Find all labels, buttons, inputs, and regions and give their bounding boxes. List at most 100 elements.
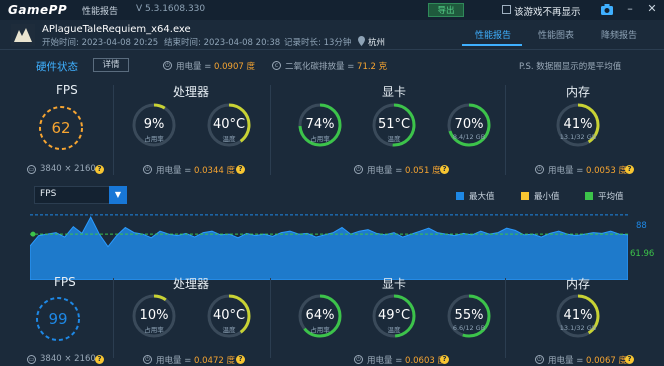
gpu-vram-value-2: 55% <box>454 308 484 323</box>
window-title: 性能报告 <box>82 7 119 17</box>
game-icon <box>11 24 35 46</box>
data-note: P.S. 数据圈显示的是平均值 <box>519 62 622 72</box>
mem-usage-value: 41% <box>563 117 593 132</box>
gpu-temp-label-2: 温度 <box>387 326 401 334</box>
gpu-vram-value: 70% <box>454 117 484 132</box>
resolution-icon: ▭ <box>27 165 36 174</box>
chart-avg-label: 61.96 <box>630 249 655 259</box>
fps-resolution-2: 3840 × 2160 <box>40 354 96 364</box>
hide-game-checkbox-label: 该游戏不再显示 <box>514 7 581 18</box>
mem-usage-label: 13.1/32 GB <box>559 133 597 141</box>
help-icon[interactable]: ? <box>95 165 104 174</box>
gpu-vram-label-2: 6.6/12 GB <box>452 324 486 332</box>
avg-marker <box>30 231 36 237</box>
separator <box>270 85 271 175</box>
gpu-power: 用电量 = 0.051 度 <box>367 166 441 176</box>
details-button[interactable]: 详情 <box>93 58 129 72</box>
chevron-down-icon[interactable]: ▼ <box>109 186 127 204</box>
cpu-usage-value: 9% <box>143 117 165 132</box>
total-power: 用电量 = 0.0907 度 <box>176 62 255 72</box>
legend-min-label: 最小值 <box>534 192 560 202</box>
gpu-temp-label: 温度 <box>387 135 401 143</box>
end-time: 结束时间: 2023-04-08 20:38 <box>164 38 281 48</box>
game-exe-name: APlagueTaleRequiem_x64.exe <box>42 24 191 35</box>
minimize-icon[interactable]: – <box>624 3 636 15</box>
tab-throttle-report[interactable]: 降频报告 <box>601 28 637 41</box>
cpu-usage-label-2: 占用率 <box>144 326 164 334</box>
help-icon[interactable]: ? <box>625 355 634 364</box>
legend-avg-label: 平均值 <box>598 192 624 202</box>
separator <box>113 85 114 175</box>
gpu-usage-value-2: 64% <box>305 308 335 323</box>
record-duration: 记录时长: 13分钟 <box>284 38 352 48</box>
export-button[interactable]: 导出 <box>428 3 464 17</box>
mem-title: 内存 <box>566 85 591 99</box>
gpu-usage-label: 占用率 <box>310 135 330 143</box>
separator <box>505 85 506 175</box>
help-icon[interactable]: ? <box>440 355 449 364</box>
metric-dropdown-value: FPS <box>40 189 57 199</box>
cpu-title-2: 处理器 <box>173 277 210 291</box>
gpu-power-icon: ⏻ <box>354 165 363 174</box>
resolution-icon: ▭ <box>27 355 36 364</box>
separator <box>505 278 506 358</box>
mem-title-2: 内存 <box>566 277 591 291</box>
power-icon: ⏻ <box>163 61 172 70</box>
divider <box>0 49 664 50</box>
screenshot-camera-icon[interactable] <box>601 4 613 15</box>
fps-area <box>30 216 628 280</box>
co2-icon: c <box>272 61 281 70</box>
mem-power-2: 用电量 = 0.0067 度 <box>548 356 627 366</box>
tab-performance-report[interactable]: 性能报告 <box>475 28 511 41</box>
fps-chart <box>30 214 628 280</box>
cpu-title: 处理器 <box>173 85 210 99</box>
mem-power: 用电量 = 0.0053 度 <box>548 166 627 176</box>
location-icon <box>358 36 365 46</box>
cpu-power-icon: ⏻ <box>143 165 152 174</box>
mem-power-icon: ⏻ <box>535 165 544 174</box>
start-time: 开始时间: 2023-04-08 20:25 <box>42 38 159 48</box>
legend-min-swatch <box>521 192 529 200</box>
separator <box>270 278 271 358</box>
gpu-power-2: 用电量 = 0.0603 度 <box>367 356 446 366</box>
separator <box>113 278 114 358</box>
cpu-temp-label-2: 温度 <box>222 326 236 334</box>
help-icon[interactable]: ? <box>95 355 104 364</box>
hide-game-checkbox[interactable] <box>502 5 511 14</box>
cpu-temp-value: 40°C <box>212 117 246 132</box>
cpu-power-icon: ⏻ <box>143 355 152 364</box>
app-version: V 5.3.1608.330 <box>136 4 206 14</box>
legend-max-swatch <box>456 192 464 200</box>
help-icon[interactable]: ? <box>236 165 245 174</box>
fps-title-2: FPS <box>54 275 76 289</box>
cpu-usage-label: 占用率 <box>144 135 164 143</box>
gpu-temp-value: 51°C <box>377 117 411 132</box>
fps-value-2: 99 <box>48 310 68 328</box>
cpu-power: 用电量 = 0.0344 度 <box>156 166 235 176</box>
city: 杭州 <box>368 38 386 48</box>
gpu-temp-value-2: 49°C <box>377 308 411 323</box>
help-icon[interactable]: ? <box>236 355 245 364</box>
mem-usage-value-2: 41% <box>563 308 593 323</box>
fps-value: 62 <box>51 119 71 137</box>
help-icon[interactable]: ? <box>625 165 634 174</box>
cpu-power-2: 用电量 = 0.0472 度 <box>156 356 235 366</box>
app-logo: GamePP <box>8 3 68 17</box>
gpu-usage-label-2: 占用率 <box>310 326 330 334</box>
close-icon[interactable]: ✕ <box>646 3 658 15</box>
legend-max-label: 最大值 <box>469 192 495 202</box>
co2-emission: 二氧化碳排放量 = 71.2 克 <box>285 62 388 72</box>
cpu-usage-value-2: 10% <box>139 308 169 323</box>
active-tab-indicator <box>462 44 522 46</box>
cpu-temp-label: 温度 <box>222 135 236 143</box>
cpu-temp-value-2: 40°C <box>212 308 246 323</box>
mem-power-icon: ⏻ <box>535 355 544 364</box>
gpu-title: 显卡 <box>382 85 407 99</box>
chart-max-label: 88 <box>636 221 647 231</box>
help-icon[interactable]: ? <box>440 165 449 174</box>
fps-title: FPS <box>56 83 78 97</box>
tab-performance-charts[interactable]: 性能图表 <box>538 28 574 41</box>
legend-avg-swatch <box>585 192 593 200</box>
gpu-title-2: 显卡 <box>382 277 407 291</box>
gpu-vram-label: 8.4/12 GB <box>452 133 486 141</box>
